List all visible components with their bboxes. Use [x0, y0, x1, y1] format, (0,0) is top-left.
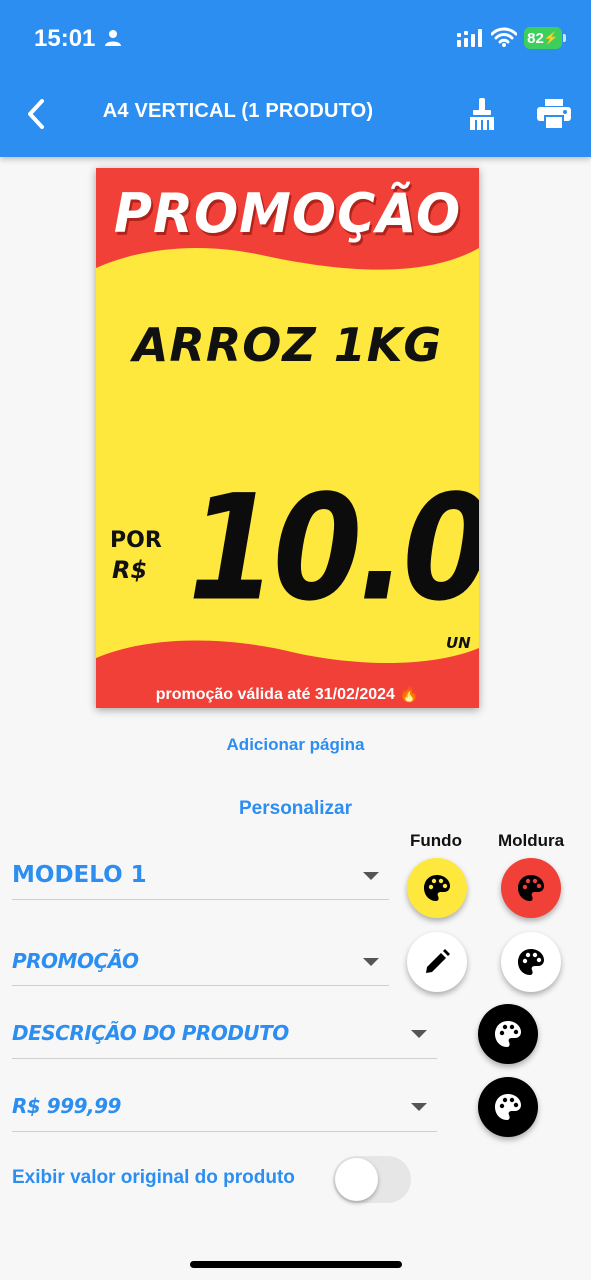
background-color-button[interactable] [407, 858, 467, 918]
wifi-icon [490, 27, 518, 52]
back-button[interactable] [18, 92, 54, 136]
palette-icon [424, 875, 450, 901]
signal-icon [457, 29, 485, 52]
chevron-down-icon [363, 958, 379, 966]
customize-button[interactable]: Personalizar [200, 798, 391, 820]
poster-product-name: ARROZ 1KG [132, 318, 443, 372]
heading-color-button[interactable] [501, 932, 561, 992]
battery-level: 82 [527, 29, 544, 47]
chevron-down-icon [411, 1030, 427, 1038]
poster-validity: promoção válida até 31/02/2024 🔥 [155, 686, 420, 703]
heading-select-value: PROMOÇÃO [12, 949, 139, 973]
palette-icon [495, 1021, 521, 1047]
description-select-value: DESCRIÇÃO DO PRODUTO [12, 1021, 289, 1045]
model-select-value: MODELO 1 [12, 862, 147, 888]
palette-icon [495, 1094, 521, 1120]
battery-indicator: 82 ⚡ [524, 27, 562, 49]
chevron-down-icon [411, 1103, 427, 1111]
status-time: 15:01 [34, 25, 96, 52]
heading-select[interactable]: PROMOÇÃO [12, 936, 389, 986]
print-button[interactable] [534, 92, 574, 136]
show-original-price-label: Exibir valor original do produto [12, 1167, 295, 1188]
clear-button[interactable] [462, 92, 502, 136]
pencil-icon [426, 949, 450, 973]
model-select[interactable]: MODELO 1 [12, 850, 389, 900]
page-title: A4 VERTICAL (1 PRODUTO) [102, 100, 374, 122]
price-color-button[interactable] [478, 1077, 538, 1137]
app-bar: 15:01 82 ⚡ A4 VERTICAL (1 PRODUTO) [0, 0, 591, 157]
frame-color-button[interactable] [501, 858, 561, 918]
poster-price: 10.00 [188, 464, 479, 634]
chevron-down-icon [363, 872, 379, 880]
add-page-button[interactable]: Adicionar página [180, 735, 411, 755]
poster-unit: UN [446, 634, 471, 652]
poster-por-label: POR [110, 528, 162, 553]
printer-icon [537, 99, 571, 129]
poster-currency: R$ [112, 556, 148, 584]
person-icon [105, 29, 121, 52]
description-select[interactable]: DESCRIÇÃO DO PRODUTO [12, 1008, 437, 1059]
home-indicator[interactable] [190, 1261, 402, 1268]
battery-tip [563, 34, 566, 42]
edit-heading-button[interactable] [407, 932, 467, 992]
description-color-button[interactable] [478, 1004, 538, 1064]
frame-label: Moldura [497, 831, 565, 850]
broom-icon [470, 98, 494, 130]
background-label: Fundo [410, 831, 462, 850]
show-original-price-toggle[interactable] [333, 1156, 411, 1203]
price-select-value: R$ 999,99 [12, 1094, 121, 1118]
price-select[interactable]: R$ 999,99 [12, 1081, 437, 1132]
palette-icon [518, 949, 544, 975]
charging-bolt-icon: ⚡ [543, 31, 559, 45]
back-chevron-icon [28, 99, 44, 129]
palette-icon [518, 875, 544, 901]
toggle-knob [335, 1158, 378, 1201]
poster-preview[interactable]: PROMOÇÃO ARROZ 1KG POR R$ 10.00 UN promo… [96, 168, 479, 708]
poster-heading: PROMOÇÃO [113, 182, 462, 246]
